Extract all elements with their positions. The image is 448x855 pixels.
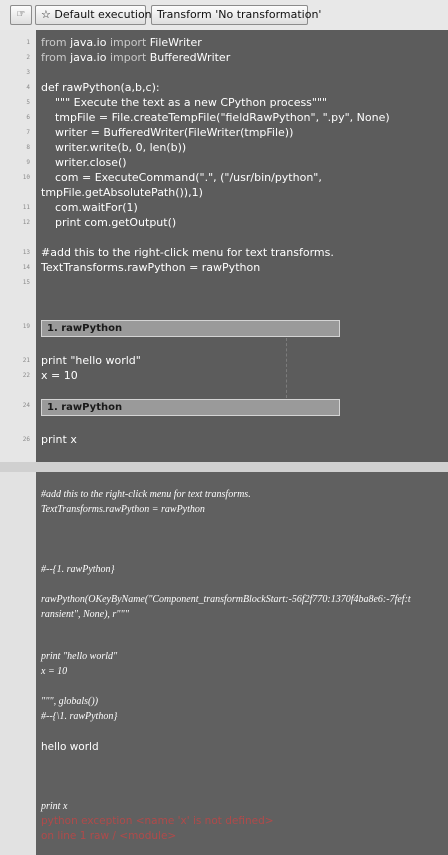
code-line[interactable]: com = ExecuteCommand(".", ("/usr/bin/pyt…	[41, 170, 322, 185]
transform-block-header[interactable]: 1. rawPython	[41, 399, 340, 416]
code-line[interactable]: com.waitFor(1)	[41, 200, 138, 215]
code-line[interactable]: tmpFile = File.createTempFile("fieldRawP…	[41, 110, 390, 125]
module-name: java.io	[70, 51, 107, 64]
keyword: import	[106, 51, 150, 64]
module-name: java.io	[70, 36, 107, 49]
line-number: 7	[26, 129, 30, 136]
code-line[interactable]: from java.io import BufferedWriter	[41, 50, 230, 65]
line-number: 22	[22, 372, 30, 379]
line-number: 15	[22, 279, 30, 286]
keyword: import	[106, 36, 150, 49]
line-number: 4	[26, 84, 30, 91]
output-line: print x	[41, 801, 68, 812]
output-line: rawPython(OKeyByName("Component_transfor…	[41, 594, 411, 605]
line-number: 26	[22, 436, 30, 443]
code-line[interactable]: tmpFile.getAbsolutePath()),1)	[41, 185, 203, 200]
code-line[interactable]: """ Execute the text as a new CPython pr…	[41, 95, 327, 110]
line-number: 12	[22, 219, 30, 226]
line-number: 13	[22, 249, 30, 256]
output-line: """, globals())	[41, 696, 99, 707]
output-line: #--{1. rawPython}	[41, 564, 115, 575]
line-number: 9	[26, 159, 30, 166]
code-line[interactable]: #add this to the right-click menu for te…	[41, 245, 334, 260]
line-number: 14	[22, 264, 30, 271]
code-line[interactable]: print "hello world"	[41, 353, 141, 368]
line-number: 5	[26, 99, 30, 106]
line-number: 8	[26, 144, 30, 151]
block-guide	[286, 338, 287, 398]
default-execution-button[interactable]: ☆ Default execution	[35, 5, 152, 25]
line-number: 1	[26, 39, 30, 46]
hand-pointer-icon[interactable]: ☞	[10, 5, 32, 25]
line-number: 24	[22, 402, 30, 409]
code-line[interactable]: from java.io import FileWriter	[41, 35, 202, 50]
import-name: FileWriter	[149, 36, 202, 49]
error-location: on line 1 raw / <module>	[41, 830, 177, 842]
transform-button[interactable]: Transform 'No transformation'	[151, 5, 321, 25]
output-line: TextTransforms.rawPython = rawPython	[41, 504, 205, 515]
code-line[interactable]: writer.write(b, 0, len(b))	[41, 140, 186, 155]
error-message: python exception <name 'x' is not define…	[41, 815, 274, 827]
pane-divider[interactable]	[0, 462, 448, 472]
code-line[interactable]: TextTransforms.rawPython = rawPython	[41, 260, 260, 275]
line-number: 10	[22, 174, 30, 181]
code-line[interactable]: print x	[41, 432, 77, 447]
line-number: 3	[26, 69, 30, 76]
output-line: x = 10	[41, 666, 68, 677]
code-line[interactable]: x = 10	[41, 368, 78, 383]
code-line[interactable]: writer.close()	[41, 155, 127, 170]
code-line[interactable]: writer = BufferedWriter(FileWriter(tmpFi…	[41, 125, 293, 140]
line-number-gutter: 1 2 3 4 5 6 7 8 9 10 11 12 13 14 15 19 2…	[0, 30, 36, 462]
toolbar: ☞ ☆ Default execution Transform 'No tran…	[0, 0, 448, 30]
code-line[interactable]: print com.getOutput()	[41, 215, 176, 230]
line-number: 11	[22, 204, 30, 211]
code-line[interactable]: def rawPython(a,b,c):	[41, 80, 160, 95]
output-line: #add this to the right-click menu for te…	[41, 489, 251, 500]
line-number: 21	[22, 357, 30, 364]
keyword: from	[41, 51, 71, 64]
output-line: #--{\1. rawPython}	[41, 711, 118, 722]
transform-block-header[interactable]: 1. rawPython	[41, 320, 340, 337]
import-name: BufferedWriter	[149, 51, 231, 64]
line-number: 2	[26, 54, 30, 61]
line-number: 19	[22, 323, 30, 330]
keyword: from	[41, 36, 71, 49]
line-number: 6	[26, 114, 30, 121]
output-line: ransient", None), r"""	[41, 609, 129, 620]
output-line: print "hello world"	[41, 651, 118, 662]
output-result: hello world	[41, 741, 99, 753]
